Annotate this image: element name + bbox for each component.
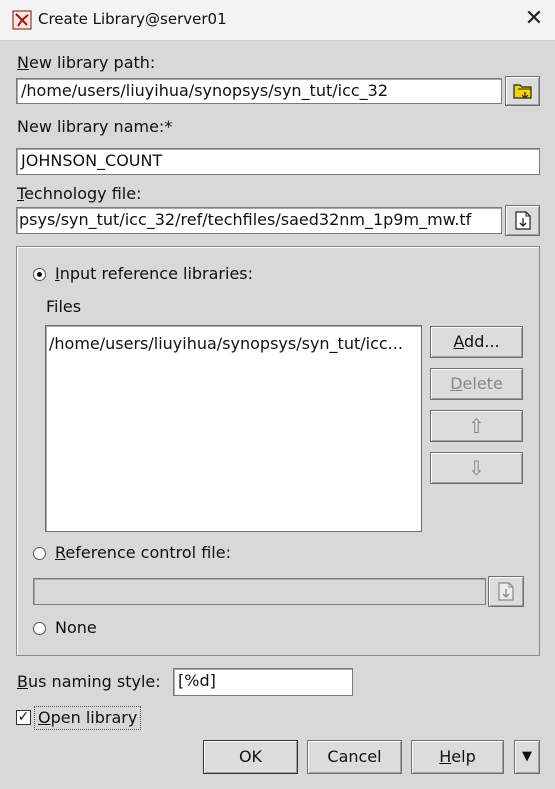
control-file-input[interactable] — [33, 578, 486, 605]
bus-naming-input[interactable]: [%d] — [173, 668, 353, 696]
window-title: Create Library@server01 — [38, 10, 227, 28]
down-arrow-icon: ⇩ — [468, 456, 485, 480]
library-name-label: New library name:* — [17, 117, 173, 136]
none-label[interactable]: None — [55, 618, 97, 637]
folder-icon — [513, 84, 532, 99]
browse-file-button[interactable] — [505, 205, 540, 236]
input-libs-label[interactable]: Input reference libraries: — [55, 264, 253, 283]
tech-file-input[interactable]: psys/syn_tut/icc_32/ref/techfiles/saed32… — [16, 207, 502, 234]
library-name-input[interactable]: JOHNSON_COUNT — [16, 148, 540, 175]
input-libs-radio[interactable] — [33, 268, 46, 281]
files-label: Files — [46, 297, 82, 316]
control-file-label[interactable]: Reference control file: — [55, 543, 231, 562]
ok-button[interactable]: OK — [203, 740, 298, 774]
tech-file-label: Technology file: — [17, 184, 142, 203]
library-path-label: New library path: — [17, 53, 156, 72]
more-dropdown-button[interactable]: ▼ — [514, 740, 540, 774]
library-path-input[interactable]: /home/users/liuyihua/synopsys/syn_tut/ic… — [16, 78, 502, 104]
none-radio[interactable] — [33, 622, 46, 635]
help-button[interactable]: Help — [411, 740, 504, 774]
files-listbox[interactable]: /home/users/liuyihua/synopsys/syn_tut/ic… — [45, 325, 422, 532]
open-library-checkbox[interactable]: ✓ — [16, 710, 31, 725]
browse-control-file-button[interactable] — [488, 576, 524, 607]
file-open-icon — [515, 211, 531, 230]
delete-button[interactable]: Delete — [430, 368, 523, 400]
list-item[interactable]: /home/users/liuyihua/synopsys/syn_tut/ic… — [49, 334, 417, 353]
move-up-button[interactable]: ⇧ — [430, 410, 523, 442]
browse-folder-button[interactable] — [505, 76, 540, 106]
close-icon[interactable]: ✕ — [520, 5, 548, 33]
add-button[interactable]: Add... — [430, 326, 523, 358]
bus-naming-label: Bus naming style: — [17, 672, 161, 691]
control-file-radio[interactable] — [33, 547, 46, 560]
cancel-button[interactable]: Cancel — [307, 740, 402, 774]
move-down-button[interactable]: ⇩ — [430, 452, 523, 484]
open-library-label[interactable]: Open library — [34, 706, 142, 730]
file-open-icon — [498, 582, 514, 601]
up-arrow-icon: ⇧ — [468, 414, 485, 438]
chevron-down-icon: ▼ — [522, 749, 532, 764]
app-icon — [12, 10, 32, 30]
